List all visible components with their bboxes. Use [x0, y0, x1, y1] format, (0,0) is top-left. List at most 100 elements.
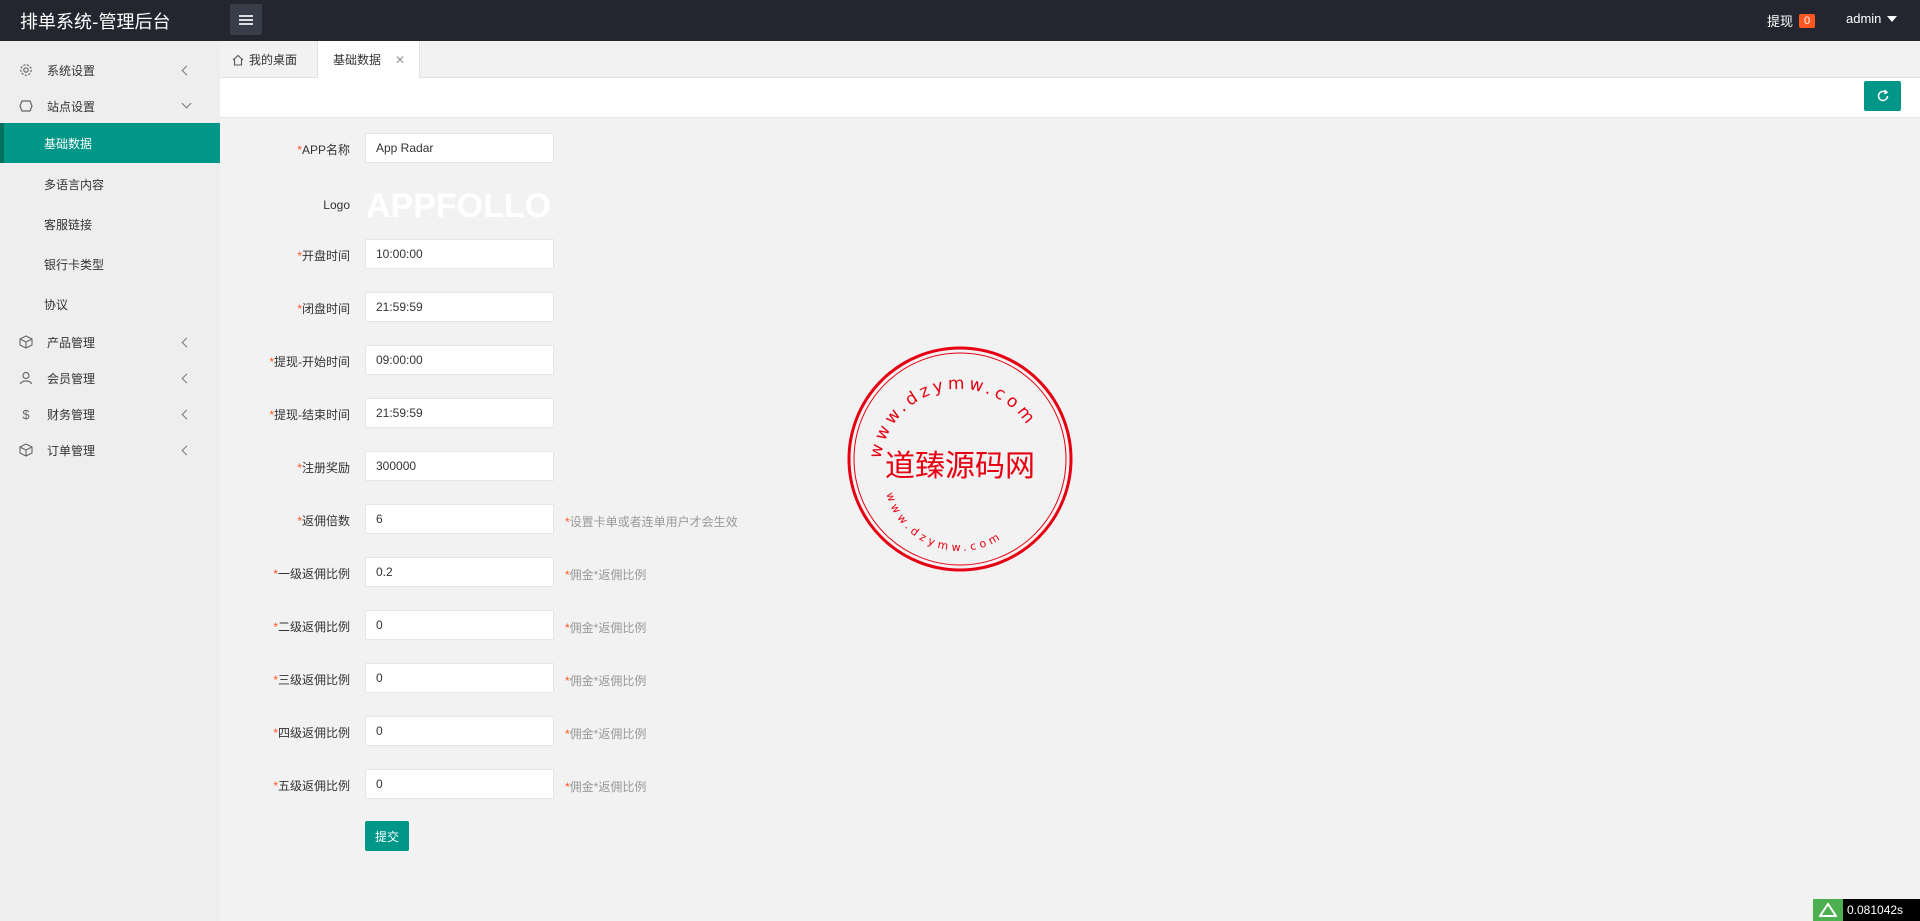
form-hint: *佣金*返佣比例	[565, 621, 647, 635]
user-icon	[18, 370, 34, 386]
tab-label: 我的桌面	[249, 53, 298, 67]
caret-down-icon	[1887, 15, 1898, 22]
order-icon	[18, 442, 34, 458]
form-label: *一级返佣比例	[273, 567, 350, 581]
watermark-center-text: 道臻源码网	[885, 449, 1035, 484]
gear-icon	[18, 62, 34, 78]
form-row-close-time: *闭盘时间	[220, 292, 1120, 322]
tab-bar: 我的桌面 基础数据 ✕	[220, 41, 1920, 78]
sidebar-subitem-multilanguage[interactable]: 多语言内容	[0, 164, 220, 204]
form-label: *闭盘时间	[297, 302, 350, 316]
form-label: *三级返佣比例	[273, 673, 350, 687]
sidebar-item-label: 财务管理	[47, 407, 96, 422]
hamburger-icon	[239, 14, 253, 25]
sidebar-item-products[interactable]: 产品管理	[0, 326, 220, 358]
tab-label: 基础数据	[333, 53, 382, 67]
form-hint: *佣金*返佣比例	[565, 674, 647, 688]
register-reward-input[interactable]	[365, 451, 554, 481]
tab-basic-data[interactable]: 基础数据 ✕	[317, 41, 420, 78]
dollar-icon: $	[22, 406, 30, 422]
chevron-down-icon	[181, 98, 192, 109]
form-label: *注册奖励	[297, 461, 350, 475]
debug-logo-icon	[1813, 899, 1843, 921]
form-label: *五级返佣比例	[273, 779, 350, 793]
refresh-button[interactable]	[1864, 81, 1901, 111]
watermark-top-text: www.dzymw.com	[866, 374, 1042, 460]
sidebar-subitem-agreement[interactable]: 协议	[0, 284, 220, 324]
user-name: admin	[1846, 11, 1882, 26]
form-label: *APP名称	[297, 143, 350, 157]
level5-ratio-input[interactable]	[365, 769, 554, 799]
form-label: *提现-开始时间	[269, 355, 350, 369]
form-hint: *佣金*返佣比例	[565, 727, 647, 741]
withdraw-end-input[interactable]	[365, 398, 554, 428]
form-hint: *佣金*返佣比例	[565, 780, 647, 794]
form-label: *提现-结束时间	[269, 408, 350, 422]
form-row-level4: *四级返佣比例 *佣金*返佣比例	[220, 716, 1120, 746]
open-time-input[interactable]	[365, 239, 554, 269]
sidebar-item-orders[interactable]: 订单管理	[0, 434, 220, 466]
withdraw-link[interactable]: 提现 0	[1767, 11, 1816, 30]
form-row-logo: Logo APPFOLLO	[220, 187, 1120, 225]
close-time-input[interactable]	[365, 292, 554, 322]
form-label: *二级返佣比例	[273, 620, 350, 634]
sidebar-subitem-label: 协议	[44, 297, 69, 312]
sidebar-item-system-settings[interactable]: 系统设置	[0, 54, 220, 86]
form-row-level3: *三级返佣比例 *佣金*返佣比例	[220, 663, 1120, 693]
top-bar: 排单系统-管理后台 提现 0 admin	[0, 0, 1920, 41]
chevron-left-icon	[181, 65, 192, 75]
form-hint: *设置卡单或者连单用户才会生效	[565, 515, 738, 529]
logo-image[interactable]: APPFOLLO	[366, 187, 551, 226]
sidebar-item-label: 站点设置	[47, 99, 96, 114]
form-label: *四级返佣比例	[273, 726, 350, 740]
sidebar-item-label: 产品管理	[47, 335, 96, 350]
level3-ratio-input[interactable]	[365, 663, 554, 693]
chevron-left-icon	[181, 337, 192, 347]
user-menu[interactable]: admin	[1846, 11, 1898, 26]
sidebar-subitem-label: 银行卡类型	[44, 257, 105, 272]
sidebar-item-label: 订单管理	[47, 443, 96, 458]
app-name-input[interactable]	[365, 133, 554, 163]
app-title: 排单系统-管理后台	[20, 12, 171, 33]
box-icon	[18, 334, 34, 350]
timer-value: 0.081042s	[1847, 903, 1904, 917]
watermark-seal: www.dzymw.com 道臻源码网 www.dzymw.com	[847, 346, 1073, 572]
tab-home[interactable]: 我的桌面	[232, 41, 297, 78]
sidebar-subitem-label: 多语言内容	[44, 177, 105, 192]
submit-button[interactable]: 提交	[365, 821, 409, 851]
sidebar-subitem-label: 客服链接	[44, 217, 93, 232]
watermark-bottom-text: www.dzymw.com	[883, 491, 1005, 555]
chevron-left-icon	[181, 409, 192, 419]
form-label: *开盘时间	[297, 249, 350, 263]
sidebar-item-finance[interactable]: $ 财务管理	[0, 398, 220, 430]
sidebar: 系统设置 站点设置 基础数据 多语言内容 客服链接 银行卡类型 协议 产品管理 …	[0, 41, 220, 921]
chevron-left-icon	[181, 373, 192, 383]
menu-toggle-button[interactable]	[230, 4, 262, 35]
sidebar-item-label: 会员管理	[47, 371, 96, 386]
form-hint: *佣金*返佣比例	[565, 568, 647, 582]
level2-ratio-input[interactable]	[365, 610, 554, 640]
form-label: *返佣倍数	[297, 514, 350, 528]
level1-ratio-input[interactable]	[365, 557, 554, 587]
sidebar-subitem-label: 基础数据	[44, 136, 93, 151]
form-row-app-name: *APP名称	[220, 133, 1120, 163]
sidebar-subitem-service-link[interactable]: 客服链接	[0, 204, 220, 244]
home-icon	[232, 54, 244, 66]
withdraw-label: 提现	[1767, 14, 1794, 29]
site-icon	[18, 98, 34, 114]
sidebar-subitem-bank-card-type[interactable]: 银行卡类型	[0, 244, 220, 284]
commission-multiplier-input[interactable]	[365, 504, 554, 534]
form-row-open-time: *开盘时间	[220, 239, 1120, 269]
withdraw-start-input[interactable]	[365, 345, 554, 375]
chevron-left-icon	[181, 445, 192, 455]
form-row-level5: *五级返佣比例 *佣金*返佣比例	[220, 769, 1120, 799]
sidebar-item-label: 系统设置	[47, 63, 96, 78]
refresh-icon	[1877, 89, 1888, 102]
form-row-level2: *二级返佣比例 *佣金*返佣比例	[220, 610, 1120, 640]
close-icon[interactable]: ✕	[395, 53, 405, 67]
sidebar-subitem-basic-data[interactable]: 基础数据	[0, 123, 220, 163]
level4-ratio-input[interactable]	[365, 716, 554, 746]
sidebar-item-members[interactable]: 会员管理	[0, 362, 220, 394]
sidebar-item-site-settings[interactable]: 站点设置	[0, 90, 220, 122]
page-load-timer: 0.081042s	[1813, 899, 1920, 921]
